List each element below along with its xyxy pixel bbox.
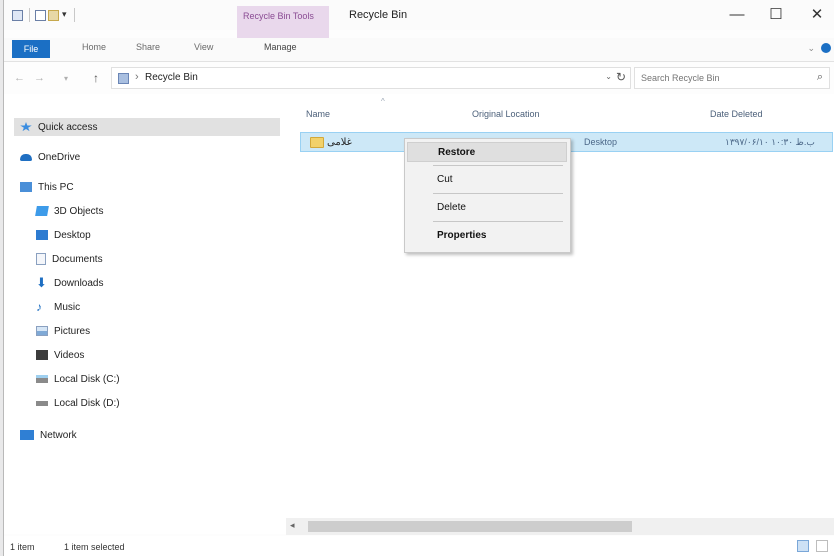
menu-divider xyxy=(433,165,563,166)
breadcrumb-separator-icon[interactable]: › xyxy=(135,71,139,83)
tab-home[interactable]: Home xyxy=(82,42,106,52)
column-header-name[interactable]: Name xyxy=(306,109,330,119)
document-icon xyxy=(36,253,46,265)
menu-item-properties[interactable]: Properties xyxy=(407,226,567,246)
star-icon xyxy=(20,122,32,132)
sidebar-item-label: Quick access xyxy=(38,121,98,133)
cube-icon xyxy=(35,206,49,216)
sidebar-item-this-pc[interactable]: This PC xyxy=(20,178,74,196)
recent-locations-icon[interactable]: ▾ xyxy=(64,74,68,83)
toolbar-divider xyxy=(29,8,30,22)
explorer-window: ▾ Recycle Bin Tools Recycle Bin — ☐ ✕ Fi… xyxy=(3,0,834,556)
cloud-icon xyxy=(20,153,32,161)
menu-item-cut[interactable]: Cut xyxy=(407,170,567,190)
desktop-icon xyxy=(36,230,48,240)
network-icon xyxy=(20,430,34,440)
navigation-bar: ← → ▾ ↑ › Recycle Bin ⌄ ↻ ⌕ xyxy=(4,62,834,94)
sidebar-item-label: Videos xyxy=(54,349,85,361)
video-icon xyxy=(36,350,48,360)
music-icon: ♪ xyxy=(36,300,42,314)
sidebar-item-label: 3D Objects xyxy=(54,205,104,217)
sidebar-item-pictures[interactable]: Pictures xyxy=(36,322,90,340)
sidebar-item-onedrive[interactable]: OneDrive xyxy=(20,148,80,166)
computer-icon xyxy=(20,182,32,192)
search-icon[interactable]: ⌕ xyxy=(817,71,823,84)
scroll-left-icon[interactable]: ◂ xyxy=(290,520,295,531)
menu-item-restore[interactable]: Restore xyxy=(407,142,567,162)
context-menu: Restore Cut Delete Properties xyxy=(404,138,571,253)
sidebar-item-videos[interactable]: Videos xyxy=(36,346,84,364)
help-icon[interactable] xyxy=(821,43,831,53)
file-name: غلامی xyxy=(327,137,352,148)
sidebar-item-label: Music xyxy=(54,301,81,313)
column-header-original-location[interactable]: Original Location xyxy=(472,109,540,119)
sidebar-item-label: This PC xyxy=(38,181,74,193)
menu-divider xyxy=(433,221,563,222)
window-title: Recycle Bin xyxy=(349,9,408,21)
item-count: 1 item xyxy=(10,542,35,552)
menu-divider xyxy=(433,193,563,194)
sidebar-item-documents[interactable]: Documents xyxy=(36,250,103,268)
folder-icon[interactable] xyxy=(48,10,59,21)
title-bar: ▾ Recycle Bin Tools Recycle Bin — ☐ ✕ xyxy=(4,0,834,38)
toolbar-divider xyxy=(74,8,75,22)
recycle-bin-icon xyxy=(118,73,129,84)
maximize-button[interactable]: ☐ xyxy=(761,4,791,26)
status-bar: 1 item 1 item selected xyxy=(4,536,834,556)
forward-button[interactable]: → xyxy=(34,72,45,84)
large-icons-view-icon[interactable] xyxy=(816,540,828,552)
selection-count: 1 item selected xyxy=(64,542,125,552)
sidebar-item-label: OneDrive xyxy=(38,151,81,163)
download-icon: ⬇ xyxy=(36,275,47,290)
sidebar-item-label: Local Disk (D:) xyxy=(54,397,120,409)
properties-icon[interactable] xyxy=(12,10,23,21)
sidebar-item-desktop[interactable]: Desktop xyxy=(36,226,91,244)
sidebar-item-label: Network xyxy=(40,429,77,441)
up-button[interactable]: ↑ xyxy=(93,71,99,85)
drive-icon xyxy=(36,400,48,406)
tab-view[interactable]: View xyxy=(194,42,213,52)
details-view-icon[interactable] xyxy=(797,540,809,552)
context-tab-group-label: Recycle Bin Tools xyxy=(237,6,329,38)
tab-file[interactable]: File xyxy=(12,40,50,58)
folder-icon xyxy=(310,137,324,148)
breadcrumb-recycle-bin[interactable]: Recycle Bin xyxy=(145,72,198,83)
file-original-location: Desktop xyxy=(584,137,618,147)
column-header-date-deleted[interactable]: Date Deleted xyxy=(710,109,763,119)
pictures-icon xyxy=(36,326,48,336)
sidebar-item-label: Desktop xyxy=(54,229,91,241)
address-dropdown-icon[interactable]: ⌄ xyxy=(605,72,612,81)
ribbon-collapse-icon[interactable]: ⌄ xyxy=(807,43,815,54)
sidebar-item-music[interactable]: ♪ Music xyxy=(36,298,80,316)
menu-item-delete[interactable]: Delete xyxy=(407,198,567,218)
sidebar-item-label: Documents xyxy=(52,253,103,265)
tab-share[interactable]: Share xyxy=(136,42,160,52)
navigation-pane: Quick access OneDrive This PC 3D Objects… xyxy=(4,94,286,534)
search-box[interactable]: ⌕ xyxy=(634,67,830,89)
search-input[interactable] xyxy=(641,71,801,85)
horizontal-scrollbar[interactable]: ◂ xyxy=(286,518,834,535)
sidebar-item-label: Local Disk (C:) xyxy=(54,373,120,385)
drive-icon xyxy=(36,375,48,383)
sidebar-item-local-disk-d[interactable]: Local Disk (D:) xyxy=(36,394,120,412)
sidebar-item-3d-objects[interactable]: 3D Objects xyxy=(35,202,104,220)
sidebar-item-label: Downloads xyxy=(54,277,104,289)
sidebar-item-network[interactable]: Network xyxy=(20,426,77,444)
sidebar-item-label: Pictures xyxy=(54,325,91,337)
back-button[interactable]: ← xyxy=(14,72,25,84)
file-date-deleted: ۱۳۹۷/۰۶/۱۰ ب.ظ ۱۰:۳۰ xyxy=(725,137,815,147)
close-button[interactable]: ✕ xyxy=(802,4,832,26)
sidebar-item-local-disk-c[interactable]: Local Disk (C:) xyxy=(36,370,120,388)
tab-manage[interactable]: Manage xyxy=(264,42,297,52)
refresh-icon[interactable]: ↻ xyxy=(616,70,626,84)
sidebar-item-downloads[interactable]: ⬇ Downloads xyxy=(36,274,103,292)
address-bar[interactable]: › Recycle Bin ⌄ ↻ xyxy=(111,67,631,89)
scrollbar-thumb[interactable] xyxy=(308,521,632,532)
minimize-button[interactable]: — xyxy=(722,4,752,26)
sort-ascending-icon: ^ xyxy=(381,97,385,106)
quick-access-dropdown-icon[interactable]: ▾ xyxy=(62,9,67,20)
sidebar-item-quick-access[interactable]: Quick access xyxy=(14,118,280,136)
ribbon-tabs: File Home Share View Manage ⌄ xyxy=(4,38,834,62)
document-check-icon[interactable] xyxy=(35,10,46,21)
